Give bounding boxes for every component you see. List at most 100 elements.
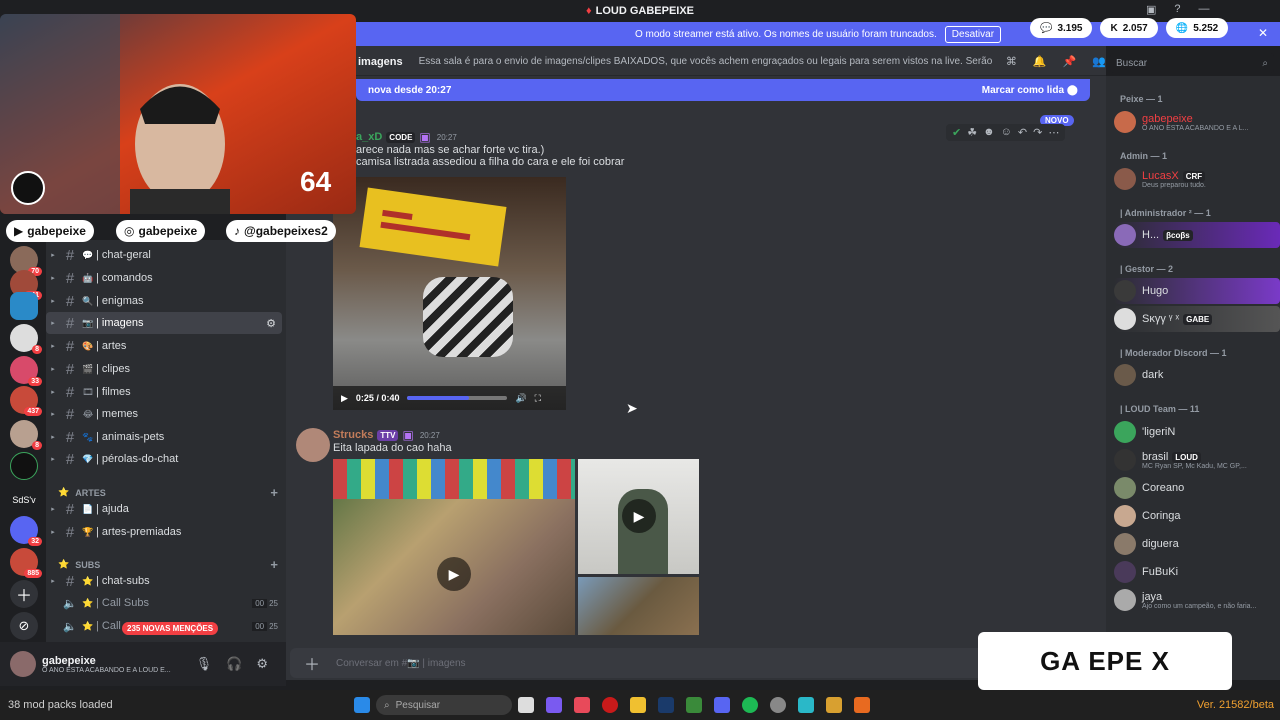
server-icon[interactable]: 32: [10, 516, 42, 546]
threads-icon[interactable]: ⌘: [1006, 55, 1017, 68]
more-icon[interactable]: ⋯: [1048, 126, 1059, 139]
video-attachment[interactable]: ▶: [578, 459, 699, 574]
server-icon[interactable]: 33: [10, 356, 42, 386]
channel-comandos[interactable]: ▸ # 🤖 | comandos: [46, 267, 282, 289]
server-icon[interactable]: [10, 452, 38, 480]
member-name: Sκγγ ᵞ ˣ: [1142, 313, 1180, 325]
check-reaction-icon[interactable]: ✔: [952, 126, 961, 139]
taskbar-search[interactable]: ⌕ Pesquisar: [376, 695, 512, 715]
pin-icon[interactable]: 📌: [1063, 55, 1077, 68]
obs-icon[interactable]: [770, 697, 786, 713]
inbox-icon[interactable]: ▣: [1146, 3, 1156, 16]
member-item[interactable]: H... βcoβs: [1114, 222, 1280, 248]
member-group-header: | Moderador Discord — 1: [1120, 348, 1227, 358]
windows-start-icon[interactable]: [354, 697, 370, 713]
avatar[interactable]: [296, 428, 330, 462]
search-input[interactable]: Buscar ⌕: [1110, 53, 1274, 73]
member-item[interactable]: LucasX CRF Deus preparou tudo.: [1114, 166, 1280, 192]
minimize-icon[interactable]: —: [1199, 3, 1210, 16]
server-icon[interactable]: 8: [10, 420, 42, 450]
channel-animais-pets[interactable]: ▸ # 🐾 | animais-pets: [46, 426, 282, 448]
taskview-icon[interactable]: [518, 697, 534, 713]
video-attachment[interactable]: ▶: [333, 459, 575, 635]
app-icon[interactable]: [686, 697, 702, 713]
channel-imagens[interactable]: ▸ # 📷 | imagens ⚙: [46, 312, 282, 334]
settings-icon[interactable]: ⚙: [256, 656, 268, 672]
app-icon[interactable]: [574, 697, 590, 713]
reply-icon[interactable]: ↶: [1018, 126, 1027, 139]
forward-icon[interactable]: ↷: [1033, 126, 1042, 139]
channel-perolas-do-chat[interactable]: ▸ # 💎 | pérolas-do-chat: [46, 448, 282, 470]
members-list-icon[interactable]: 👥: [1092, 55, 1106, 68]
channel-chat-subs[interactable]: ▸ # ⭐ | chat-subs: [46, 570, 282, 592]
steam-icon[interactable]: [658, 697, 674, 713]
app-icon[interactable]: [826, 697, 842, 713]
member-group-header: | LOUD Team — 11: [1120, 404, 1200, 414]
server-icon[interactable]: SdS'v: [10, 486, 38, 514]
member-item[interactable]: Coringa: [1114, 503, 1280, 529]
channel-chat-geral[interactable]: ▸ # 💬 | chat-geral: [46, 244, 282, 266]
play-icon[interactable]: ▶: [341, 393, 348, 404]
member-item[interactable]: diguera: [1114, 531, 1280, 557]
channel-ajuda[interactable]: ▸ # 📄 | ajuda: [46, 498, 282, 520]
channel-filmes[interactable]: ▸ # 🎞 | filmes: [46, 381, 282, 403]
spotify-icon[interactable]: [742, 697, 758, 713]
channel-artes-premiadas[interactable]: ▸ # 🏆 | artes-premiadas: [46, 521, 282, 543]
user-name: gabepeixe: [42, 654, 96, 667]
discord-icon[interactable]: [714, 697, 730, 713]
voice-call-subs[interactable]: 🔈 ⭐ | Call Subs 00 25: [46, 592, 282, 614]
headphones-icon[interactable]: 🎧: [226, 656, 242, 672]
add-server-icon[interactable]: ＋: [10, 580, 38, 608]
server-icon[interactable]: [10, 292, 38, 320]
channel-enigmas[interactable]: ▸ # 🔍 | enigmas: [46, 290, 282, 312]
member-item[interactable]: FuBuKi: [1114, 559, 1280, 585]
app-icon[interactable]: [546, 697, 562, 713]
help-icon[interactable]: ?: [1174, 3, 1180, 16]
search-icon: ⌕: [384, 699, 390, 711]
server-icon[interactable]: 437: [10, 386, 42, 416]
member-item[interactable]: brasil LOUD MC Ryan SP, Mc Kadu, MC GP,...: [1114, 447, 1280, 473]
message-author[interactable]: a_xD: [356, 131, 382, 143]
new-messages-bar[interactable]: nova desde 20:27 Marcar como lida ⬤: [356, 79, 1090, 101]
video-progress[interactable]: [407, 396, 508, 400]
explore-icon[interactable]: ⊘: [10, 612, 38, 640]
settings-icon[interactable]: ⚙: [266, 317, 276, 330]
member-item[interactable]: Sκγγ ᵞ ˣ GABE: [1114, 306, 1280, 332]
add-attachment-icon[interactable]: ＋: [304, 651, 320, 675]
disable-streamer-button[interactable]: Desativar: [944, 25, 1002, 43]
member-item[interactable]: Hugo: [1114, 278, 1280, 304]
reaction-icon[interactable]: ☘: [967, 126, 977, 139]
play-icon[interactable]: ▶: [437, 557, 471, 591]
add-reaction-icon[interactable]: ☺: [1001, 126, 1012, 139]
new-mentions-pill[interactable]: 235 NOVAS MENÇÕES: [122, 622, 219, 635]
member-item[interactable]: gabepeixe O ANO ESTA ACABANDO E A L...: [1114, 109, 1280, 135]
fullscreen-icon[interactable]: ⛶: [535, 393, 541, 404]
member-item[interactable]: dark: [1114, 362, 1280, 388]
message-author[interactable]: Strucks: [333, 429, 373, 441]
explorer-icon[interactable]: [630, 697, 646, 713]
channel-artes[interactable]: ▸ # 🎨 | artes: [46, 335, 282, 357]
app-icon[interactable]: [854, 697, 870, 713]
app-icon[interactable]: [798, 697, 814, 713]
avatar[interactable]: [10, 651, 36, 677]
member-item[interactable]: 'ligeriN: [1114, 419, 1280, 445]
volume-icon[interactable]: 🔊: [515, 393, 526, 404]
user-status: O ANO ESTA ACABANDO E A LOUD E...: [42, 666, 171, 674]
video-attachment[interactable]: ▶ 0:25 / 0:40 🔊 ⛶: [333, 177, 566, 410]
message-composer[interactable]: ＋ Conversar em #📷 | imagens: [290, 648, 1090, 678]
member-item[interactable]: Coreano: [1114, 475, 1280, 501]
opera-icon[interactable]: [602, 697, 618, 713]
play-icon[interactable]: ▶: [622, 499, 656, 533]
channel-memes[interactable]: ▸ # 😂 | memes: [46, 403, 282, 425]
channel-clipes[interactable]: ▸ # 🎬 | clipes: [46, 358, 282, 380]
server-icon[interactable]: 885: [10, 548, 42, 578]
image-attachment[interactable]: [578, 577, 699, 635]
avatar: [1114, 533, 1136, 555]
close-banner-icon[interactable]: ✕: [1258, 26, 1268, 40]
server-icon[interactable]: 8: [10, 324, 42, 354]
bell-icon[interactable]: 🔔: [1033, 55, 1047, 68]
microphone-icon[interactable]: 🎙: [196, 656, 213, 672]
reaction-icon[interactable]: ☻: [983, 126, 995, 139]
mark-as-read-button[interactable]: Marcar como lida ⬤: [982, 85, 1078, 96]
member-item[interactable]: jaya Ajo como um campeão, e não faria...: [1114, 587, 1280, 613]
